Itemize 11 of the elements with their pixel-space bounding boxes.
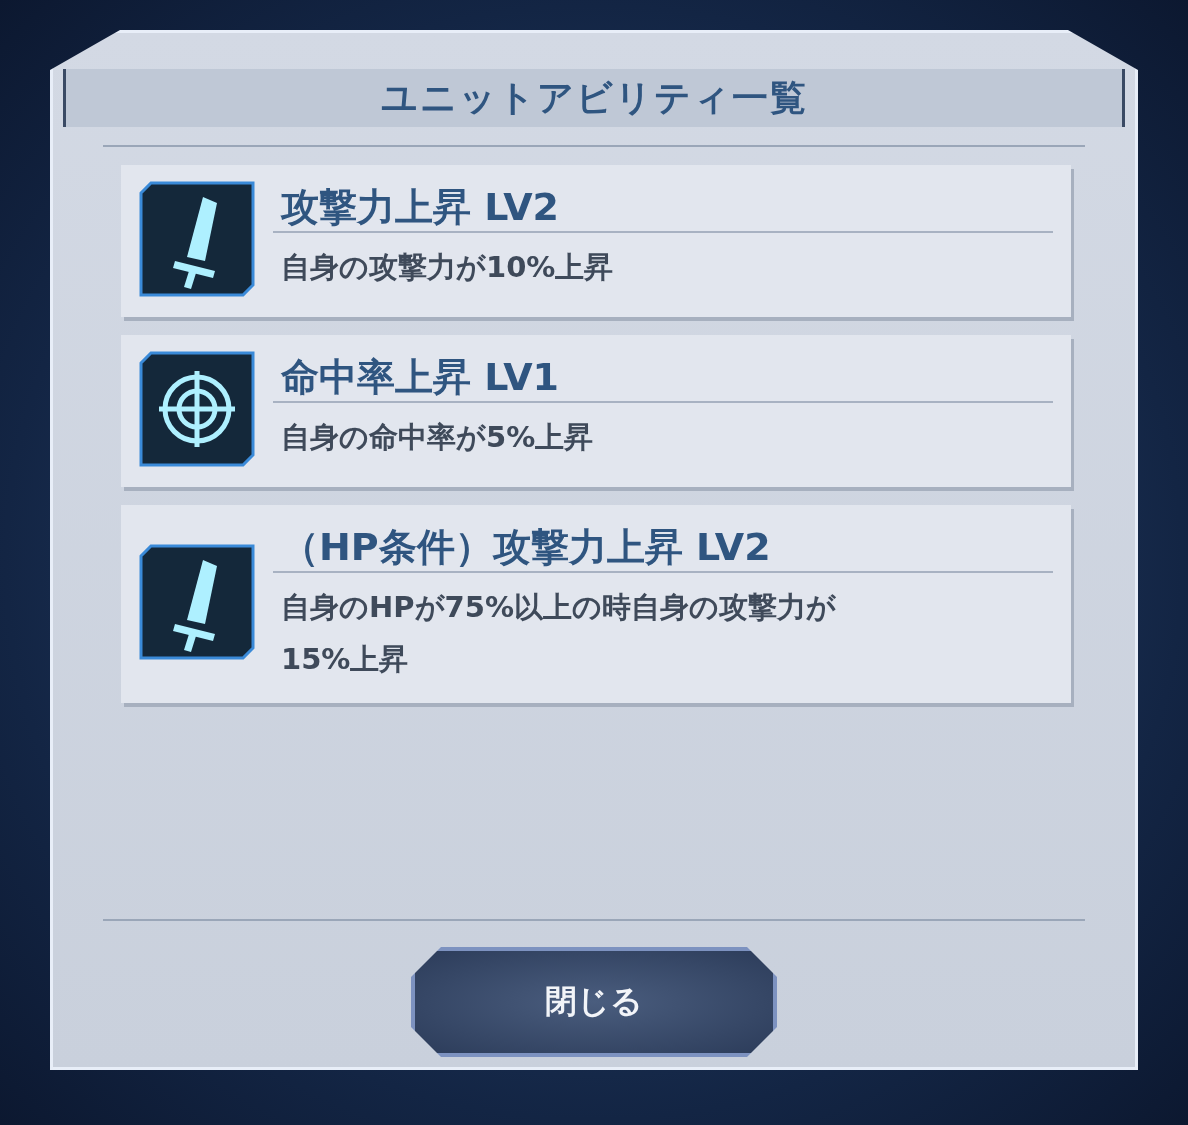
ability-name: 攻撃力上昇 LV2 xyxy=(281,184,561,231)
close-button[interactable]: 閉じる xyxy=(411,947,777,1057)
ability-description: 自身の攻撃力が10%上昇 xyxy=(281,249,615,286)
sword-icon xyxy=(137,179,257,299)
dialog-title: ユニットアビリティ一覧 xyxy=(380,75,808,120)
ability-name: （HP条件）攻撃力上昇 LV2 xyxy=(281,524,772,571)
ability-description: 自身の命中率が5%上昇 xyxy=(281,419,595,456)
crosshair-icon xyxy=(137,349,257,469)
ability-name: 命中率上昇 LV1 xyxy=(281,354,561,401)
ability-description: 自身のHPが75%以上の時自身の攻撃力が 15%上昇 xyxy=(281,589,837,678)
sword-icon xyxy=(137,542,257,662)
